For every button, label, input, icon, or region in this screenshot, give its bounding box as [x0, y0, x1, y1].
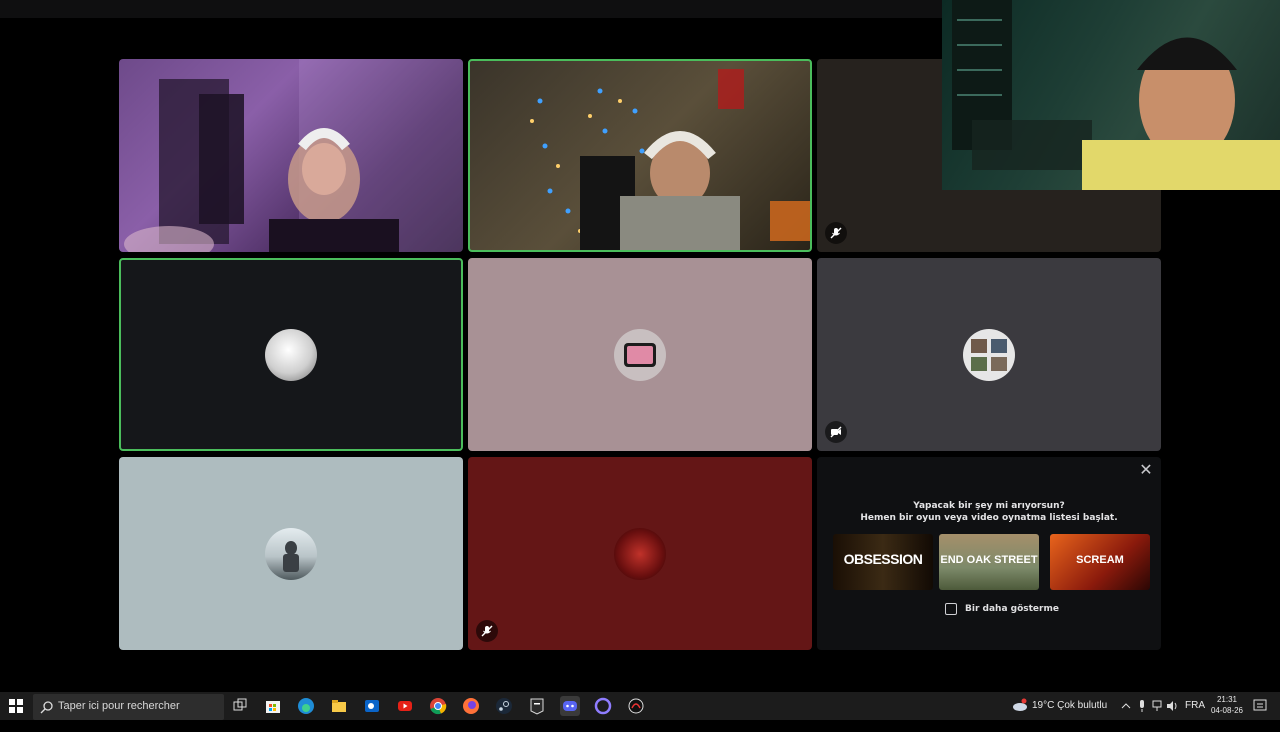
close-icon[interactable]: ✕ — [1139, 462, 1153, 478]
participant-tile-6[interactable] — [817, 258, 1161, 451]
camera-off-icon — [825, 421, 847, 443]
game-card-end-oak-street[interactable]: END OAK STREET — [939, 534, 1039, 590]
task-view-icon[interactable] — [230, 696, 250, 716]
mic-muted-icon — [825, 222, 847, 244]
activity-promo-panel: ✕ Yapacak bir şey mi arıyorsun? Hemen bi… — [817, 457, 1161, 650]
game-title: END OAK STREET — [940, 554, 1038, 566]
participant-video-2 — [530, 69, 810, 250]
participant-video-1 — [124, 59, 463, 252]
edge-icon[interactable] — [296, 696, 316, 716]
clock-date: 04-08-26 — [1210, 706, 1244, 715]
checkbox-label: Bir daha gösterme — [965, 604, 1059, 614]
windows-start-icon[interactable] — [6, 696, 26, 716]
game-card-obsession[interactable]: OBSESSION — [833, 534, 933, 590]
network-icon[interactable] — [1151, 692, 1163, 720]
discord-icon[interactable] — [560, 696, 580, 716]
notification-icon[interactable] — [1252, 692, 1268, 720]
taskbar-search[interactable]: Taper ici pour rechercher — [33, 694, 224, 720]
game-card-scream[interactable]: SCREAM — [1050, 534, 1150, 590]
file-explorer-icon[interactable] — [329, 696, 349, 716]
participant-avatar-6 — [963, 328, 1015, 381]
search-icon — [40, 701, 53, 714]
weather-icon[interactable] — [1012, 692, 1028, 720]
mic-muted-icon — [476, 620, 498, 642]
participant-tile-1[interactable] — [119, 59, 463, 252]
search-placeholder: Taper ici pour rechercher — [58, 700, 180, 712]
clock-time: 21:31 — [1216, 695, 1238, 704]
promo-subheading: Hemen bir oyun veya video oynatma listes… — [860, 513, 1118, 523]
game-title: SCREAM — [1076, 554, 1124, 566]
game-title: OBSESSION — [843, 551, 923, 567]
pip-webcam[interactable] — [942, 0, 1280, 190]
participant-tile-4[interactable] — [119, 258, 463, 451]
participant-avatar-4 — [265, 328, 317, 381]
steam-icon[interactable] — [494, 696, 514, 716]
dont-show-again-checkbox[interactable]: Bir daha gösterme — [945, 603, 1059, 615]
participant-avatar-5 — [614, 328, 666, 381]
app-spiral-icon[interactable] — [626, 696, 646, 716]
chevron-up-icon[interactable] — [1120, 692, 1132, 720]
outlook-icon[interactable] — [362, 696, 382, 716]
participant-tile-5[interactable] — [468, 258, 812, 451]
language-indicator[interactable]: FRA — [1185, 692, 1205, 720]
participant-tile-2[interactable] — [468, 59, 812, 252]
app-circle-icon[interactable] — [593, 696, 613, 716]
participant-tile-8[interactable] — [468, 457, 812, 650]
weather-text[interactable]: 19°C Çok bulutlu — [1032, 692, 1118, 720]
pip-video — [952, 0, 1280, 190]
store-icon[interactable] — [263, 696, 283, 716]
epic-games-icon[interactable] — [527, 696, 547, 716]
participant-avatar-8 — [614, 527, 666, 580]
microphone-icon[interactable] — [1136, 692, 1148, 720]
checkbox-box[interactable] — [945, 603, 957, 615]
firefox-icon[interactable] — [461, 696, 481, 716]
clock[interactable]: 21:31 04-08-26 — [1208, 692, 1246, 722]
participant-avatar-7 — [265, 527, 317, 580]
participant-tile-7[interactable] — [119, 457, 463, 650]
volume-icon[interactable] — [1166, 692, 1178, 720]
promo-heading: Yapacak bir şey mi arıyorsun? — [913, 501, 1065, 511]
chrome-icon[interactable] — [428, 696, 448, 716]
youtube-icon[interactable] — [395, 696, 415, 716]
